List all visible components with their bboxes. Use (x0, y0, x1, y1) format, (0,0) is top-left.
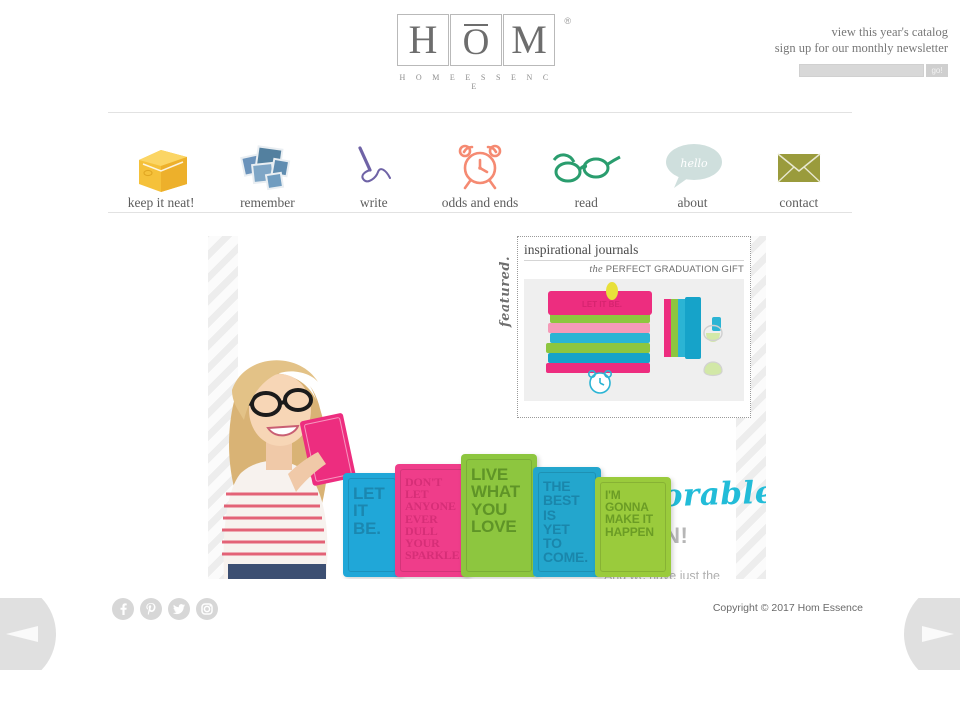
copyright-text: Copyright © 2017 Hom Essence (712, 602, 863, 614)
nav-label-keep-it-neat: keep it neat! (127, 195, 195, 210)
nav-item-odds-and-ends[interactable]: odds and ends (427, 138, 533, 212)
site-footer: Copyright © 2017 Hom Essence (0, 588, 960, 638)
main-navigation: keep it neat! remember write odds and en… (0, 113, 960, 212)
alarm-clock-icon (427, 138, 533, 194)
featured-product-photo: LET IT BE. (524, 279, 744, 401)
svg-text:LET IT BE.: LET IT BE. (582, 300, 622, 309)
newsletter-form: go! (775, 64, 948, 77)
svg-text:hello: hello (680, 157, 708, 170)
newsletter-email-input[interactable] (799, 64, 924, 77)
sticky-notes-icon (214, 138, 320, 194)
nav-bottom-divider (108, 212, 852, 213)
journal-book-4-text: THE BEST IS YET TO COME. (543, 478, 588, 566)
catalog-link[interactable]: view this year's catalog (775, 24, 948, 40)
logo-letter-m-glyph: M (511, 17, 547, 62)
logo-letter-boxes: H O M ® (392, 14, 571, 66)
journal-book-5[interactable]: I'M GONNA MAKE IT HAPPEN (595, 477, 671, 577)
featured-vertical-label: featured. (498, 256, 513, 327)
journal-product-row: LET IT BE. DON'T LET ANYONE EVER DULL YO… (343, 451, 715, 577)
envelope-icon (746, 138, 852, 194)
page-root: H O M ® H O M E E S S E N C E view this … (0, 0, 960, 720)
logo-letter-o: O (450, 14, 502, 66)
logo-letter-h: H (397, 14, 449, 66)
nav-item-write[interactable]: write (321, 138, 427, 212)
nav-label-contact: contact (779, 195, 819, 210)
featured-card-subtitle: the PERFECT GRADUATION GIFT (524, 264, 744, 275)
newsletter-go-button[interactable]: go! (926, 64, 948, 77)
journal-book-1-text: LET IT BE. (353, 484, 385, 538)
site-header: H O M ® H O M E E S S E N C E view this … (0, 0, 960, 112)
nav-label-write: write (359, 195, 388, 210)
journal-book-2-text: DON'T LET ANYONE EVER DULL YOUR SPARKLE (405, 475, 460, 563)
journal-book-3[interactable]: LIVE WHAT YOU LOVE (461, 454, 537, 577)
featured-card-subtitle-caps: PERFECT GRADUATION GIFT (605, 264, 744, 275)
newsletter-signup-link[interactable]: sign up for our monthly newsletter (775, 40, 948, 56)
logo-letter-o-glyph: O (462, 22, 490, 63)
journal-book-5-text: I'M GONNA MAKE IT HAPPEN (605, 488, 654, 539)
twitter-icon[interactable] (168, 598, 190, 620)
nav-item-keep-it-neat[interactable]: keep it neat! (108, 138, 214, 212)
nav-item-about[interactable]: hello about (639, 138, 745, 212)
nav-item-read[interactable]: read (533, 138, 639, 212)
header-utility-area: view this year's catalog sign up for our… (775, 24, 948, 77)
speech-bubble-hello-icon: hello (639, 138, 745, 194)
hero-carousel: Life is Memorable WRITE IT DOWN! And we … (0, 223, 960, 670)
nav-label-about: about (677, 195, 708, 210)
logo-subtitle: H O M E E S S E N C E (399, 73, 553, 91)
nav-item-contact[interactable]: contact (746, 138, 852, 212)
logo-macron-bar (464, 24, 488, 26)
journal-book-4[interactable]: THE BEST IS YET TO COME. (533, 467, 601, 577)
eyeglasses-icon (533, 138, 639, 194)
facebook-icon[interactable] (112, 598, 134, 620)
pen-scribble-icon (321, 138, 427, 194)
journal-book-1[interactable]: LET IT BE. (343, 473, 401, 577)
featured-card-subtitle-italic: the (589, 264, 603, 275)
nav-label-odds-and-ends: odds and ends (441, 195, 519, 210)
logo-letter-h-glyph: H (408, 17, 438, 62)
nav-label-remember: remember (240, 195, 295, 210)
nav-label-read: read (574, 195, 598, 210)
hero-banner-slide[interactable]: Life is Memorable WRITE IT DOWN! And we … (208, 236, 766, 579)
social-links (112, 598, 218, 620)
featured-card-title: inspirational journals (524, 242, 744, 261)
pinterest-icon[interactable] (140, 598, 162, 620)
nav-item-remember[interactable]: remember (214, 138, 320, 212)
storage-box-icon (108, 138, 214, 194)
site-logo[interactable]: H O M ® H O M E E S S E N C E (392, 14, 571, 91)
registered-trademark-icon: ® (564, 16, 571, 26)
journal-book-3-text: LIVE WHAT YOU LOVE (471, 465, 520, 536)
journal-book-2[interactable]: DON'T LET ANYONE EVER DULL YOUR SPARKLE (395, 464, 469, 577)
featured-product-card[interactable]: inspirational journals the PERFECT GRADU… (517, 236, 751, 418)
logo-letter-m: M (503, 14, 555, 66)
instagram-icon[interactable] (196, 598, 218, 620)
